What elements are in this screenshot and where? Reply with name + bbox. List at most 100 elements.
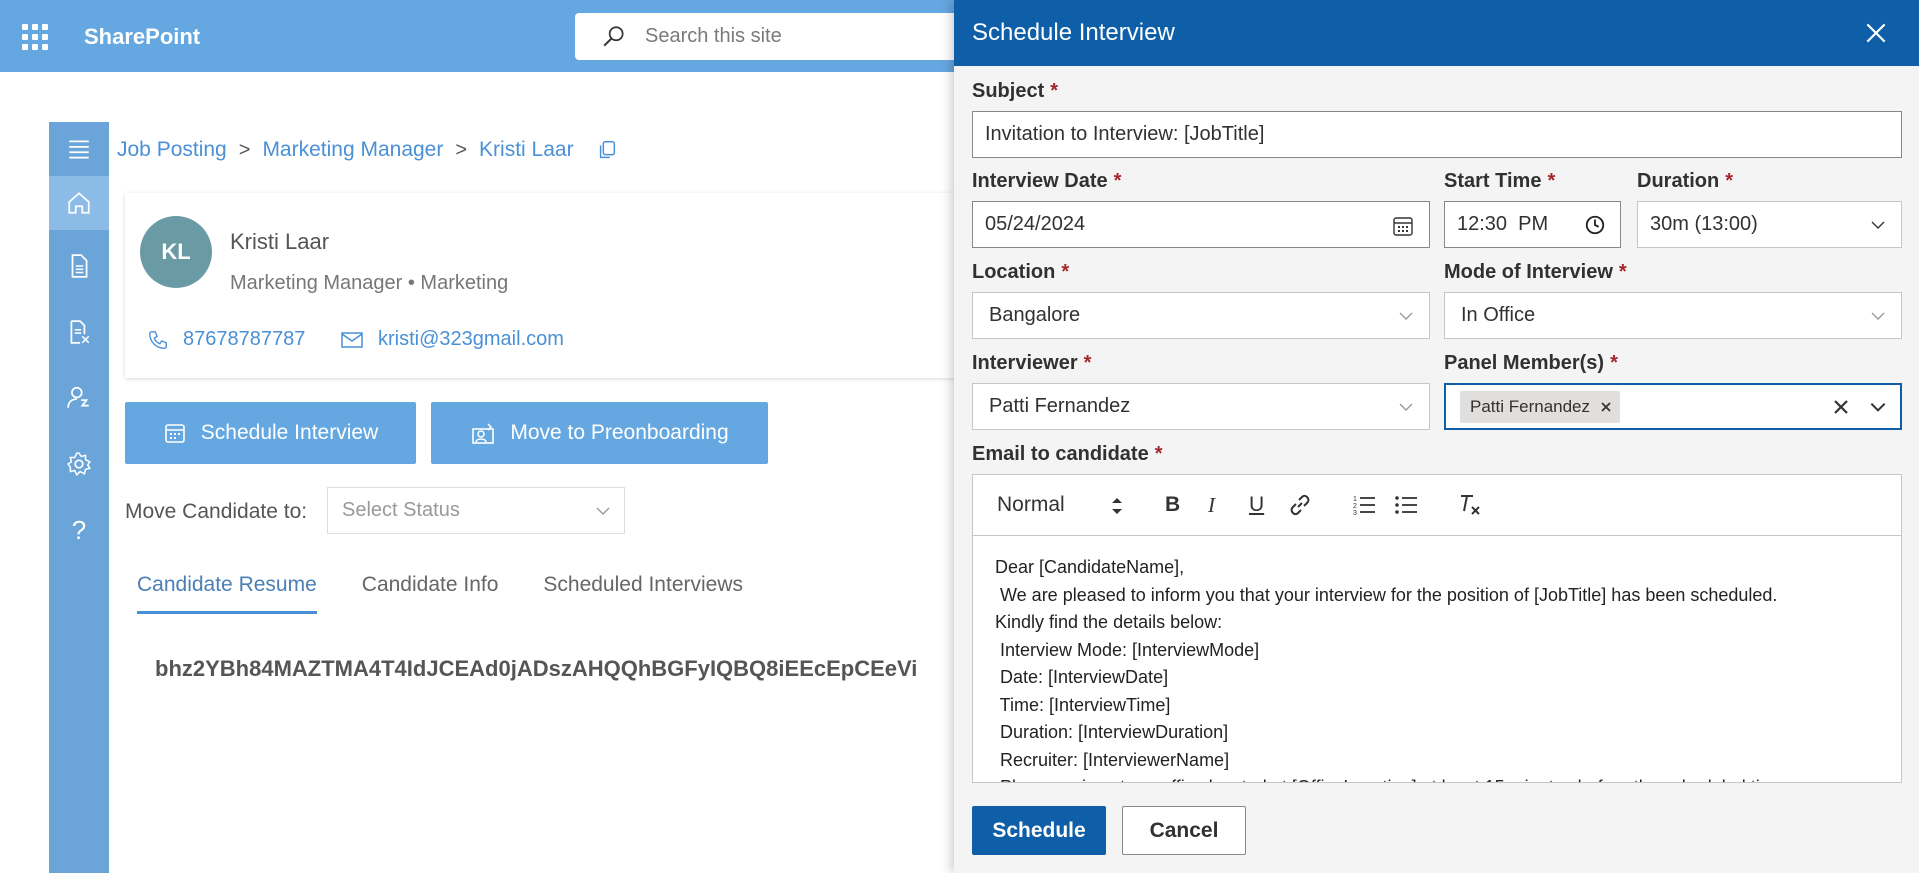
copy-icon[interactable] bbox=[596, 139, 618, 161]
duration-label: Duration * bbox=[1637, 170, 1734, 192]
schedule-interview-panel: Schedule Interview Subject * Invitation t… bbox=[954, 0, 1919, 873]
tab-candidate-resume[interactable]: Candidate Resume bbox=[137, 573, 317, 614]
clock-icon[interactable] bbox=[1584, 214, 1606, 236]
resume-content: bhz2YBh84MAZTMA4T4IdJCEAd0jADszAHQQhBGFy… bbox=[155, 656, 918, 681]
location-select[interactable]: Bangalore bbox=[972, 292, 1430, 339]
email-line: We are pleased to inform you that your i… bbox=[995, 584, 1778, 605]
interviewer-value: Patti Fernandez bbox=[989, 395, 1131, 417]
location-value: Bangalore bbox=[989, 304, 1081, 326]
underline-icon[interactable]: U bbox=[1249, 493, 1264, 517]
email-line: Interview Mode: [InterviewMode] bbox=[995, 639, 1260, 660]
svg-text:3: 3 bbox=[1353, 510, 1357, 517]
onboarding-icon bbox=[472, 423, 495, 444]
phone-icon bbox=[149, 330, 167, 349]
chevron-down-icon bbox=[1871, 312, 1885, 320]
breadcrumb-candidate[interactable]: Kristi Laar bbox=[479, 138, 574, 162]
panel-title: Schedule Interview bbox=[972, 19, 1175, 46]
panel-member-name: Patti Fernandez bbox=[1470, 396, 1591, 416]
help-icon[interactable]: ? bbox=[49, 503, 109, 557]
chevron-down-icon bbox=[596, 507, 610, 515]
email-line: Kindly find the details below: bbox=[995, 612, 1223, 632]
svg-text:1: 1 bbox=[1353, 496, 1357, 503]
date-value: 05/24/2024 bbox=[985, 213, 1086, 235]
chevron-right-icon: > bbox=[455, 138, 468, 161]
cancel-button[interactable]: Cancel bbox=[1122, 806, 1246, 855]
start-time-label: Start Time * bbox=[1444, 170, 1556, 192]
schedule-interview-button[interactable]: Schedule Interview bbox=[125, 402, 416, 464]
move-candidate-label: Move Candidate to: bbox=[125, 500, 308, 523]
panel-members-label: Panel Member(s) * bbox=[1444, 352, 1618, 374]
bold-icon[interactable]: B bbox=[1165, 493, 1180, 517]
candidate-role: Marketing Manager • Marketing bbox=[230, 272, 509, 294]
panel-header: Schedule Interview bbox=[954, 0, 1919, 66]
duration-value: 30m (13:00) bbox=[1650, 213, 1758, 235]
tab-scheduled-interviews[interactable]: Scheduled Interviews bbox=[543, 573, 743, 614]
menu-icon[interactable] bbox=[49, 122, 109, 176]
close-icon[interactable] bbox=[1863, 20, 1889, 46]
email-line: Dear [CandidateName], bbox=[995, 557, 1185, 577]
breadcrumb-job-posting[interactable]: Job Posting bbox=[117, 138, 227, 162]
sort-arrows-icon[interactable] bbox=[1110, 495, 1124, 517]
start-time-value: 12:30 PM bbox=[1457, 213, 1549, 235]
candidate-card: KL Kristi Laar Marketing Manager • Marke… bbox=[125, 193, 965, 378]
chevron-down-icon[interactable] bbox=[1868, 397, 1888, 417]
location-label: Location * bbox=[972, 261, 1070, 283]
status-select[interactable]: Select Status bbox=[327, 487, 625, 534]
avatar: KL bbox=[140, 216, 212, 288]
email-address: kristi@323gmail.com bbox=[378, 328, 564, 350]
move-to-preonboarding-label: Move to Preonboarding bbox=[510, 421, 729, 444]
format-select[interactable]: Normal bbox=[997, 493, 1065, 517]
subject-label: Subject * bbox=[972, 80, 1059, 102]
app-launcher-icon[interactable] bbox=[22, 24, 48, 50]
interviewer-label: Interviewer * bbox=[972, 352, 1092, 374]
subject-input[interactable]: Invitation to Interview: [JobTitle] bbox=[972, 111, 1902, 158]
email-to-candidate-label: Email to candidate * bbox=[972, 443, 1163, 465]
chevron-down-icon bbox=[1871, 221, 1885, 229]
mode-of-interview-select[interactable]: In Office bbox=[1444, 292, 1902, 339]
home-icon[interactable] bbox=[49, 176, 109, 230]
email-line: Recruiter: [InterviewerName] bbox=[995, 749, 1230, 770]
clear-icon[interactable] bbox=[1832, 398, 1850, 416]
bullet-list-icon[interactable] bbox=[1393, 493, 1419, 517]
calendar-icon[interactable] bbox=[1391, 214, 1415, 238]
numbered-list-icon[interactable]: 123 bbox=[1351, 493, 1377, 517]
user-settings-icon[interactable] bbox=[49, 371, 109, 425]
italic-icon[interactable]: I bbox=[1208, 493, 1215, 518]
interview-date-input[interactable]: 05/24/2024 bbox=[972, 201, 1430, 248]
duration-select[interactable]: 30m (13:00) bbox=[1637, 201, 1902, 248]
chevron-down-icon bbox=[1399, 403, 1413, 411]
remove-chip-icon[interactable] bbox=[1600, 401, 1612, 413]
candidate-tabs: Candidate Resume Candidate Info Schedule… bbox=[137, 573, 788, 614]
interviewer-select[interactable]: Patti Fernandez bbox=[972, 383, 1430, 430]
subject-value: Invitation to Interview: [JobTitle] bbox=[985, 123, 1265, 145]
email-line: Date: [InterviewDate] bbox=[995, 667, 1169, 687]
schedule-button[interactable]: Schedule bbox=[972, 806, 1106, 855]
mail-icon bbox=[341, 331, 363, 348]
breadcrumb-marketing-manager[interactable]: Marketing Manager bbox=[262, 138, 443, 162]
settings-icon[interactable] bbox=[49, 437, 109, 491]
chevron-down-icon bbox=[1399, 312, 1413, 320]
left-navigation-rail: ? bbox=[49, 122, 109, 873]
phone-number: 87678787787 bbox=[183, 328, 306, 350]
document-rejected-icon[interactable] bbox=[49, 305, 109, 359]
clear-formatting-icon[interactable] bbox=[1458, 493, 1482, 517]
app-title[interactable]: SharePoint bbox=[84, 24, 200, 50]
document-icon[interactable] bbox=[49, 239, 109, 293]
candidate-email[interactable]: kristi@323gmail.com bbox=[340, 328, 564, 351]
calendar-icon bbox=[164, 424, 185, 443]
email-body-editor[interactable]: Dear [CandidateName], We are pleased to … bbox=[972, 535, 1902, 783]
candidate-phone[interactable]: 87678787787 bbox=[147, 328, 305, 351]
panel-members-picker[interactable]: Patti Fernandez bbox=[1444, 383, 1902, 430]
breadcrumb: Job Posting > Marketing Manager > Kristi… bbox=[117, 138, 618, 162]
mode-value: In Office bbox=[1461, 304, 1536, 326]
start-time-input[interactable]: 12:30 PM bbox=[1444, 201, 1621, 248]
chevron-right-icon: > bbox=[238, 138, 251, 161]
email-line: Duration: [InterviewDuration] bbox=[995, 722, 1229, 742]
mode-of-interview-label: Mode of Interview * bbox=[1444, 261, 1627, 283]
site-search-input[interactable]: Search this site bbox=[575, 13, 995, 60]
link-icon[interactable] bbox=[1288, 493, 1312, 517]
move-to-preonboarding-button[interactable]: Move to Preonboarding bbox=[431, 402, 768, 464]
email-line: Time: [InterviewTime] bbox=[995, 694, 1171, 715]
tab-candidate-info[interactable]: Candidate Info bbox=[362, 573, 499, 614]
search-icon bbox=[603, 25, 624, 46]
